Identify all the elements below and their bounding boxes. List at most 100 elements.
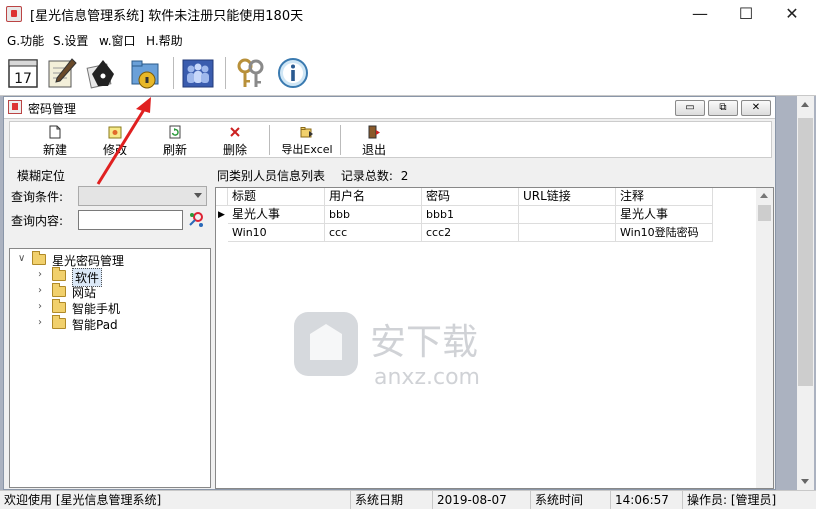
status-date: 2019-08-07 — [432, 491, 530, 509]
operator-name: [管理员] — [730, 493, 777, 507]
cell-title[interactable]: 星光人事 — [228, 206, 325, 224]
cell-username[interactable]: bbb — [325, 206, 422, 224]
column-header-note[interactable]: 注释 — [616, 188, 713, 206]
condition-label: 查询条件: — [11, 190, 64, 204]
row-indicator-header — [216, 188, 228, 206]
tree-node-label: 智能Pad — [72, 318, 118, 332]
expand-toggle[interactable]: › — [38, 269, 48, 280]
edit-button[interactable]: 修改 — [90, 124, 140, 157]
app-icon — [6, 6, 22, 22]
menu-bar: G.功能 S.设置 w.窗口 H.帮助 — [0, 28, 816, 50]
status-time-label: 系统时间 — [530, 491, 610, 509]
tree-node-label: 网站 — [72, 286, 97, 300]
edit-icon — [108, 126, 122, 139]
refresh-button[interactable]: 刷新 — [150, 124, 200, 157]
new-label: 新建 — [42, 143, 67, 157]
toolbar-separator — [340, 125, 341, 155]
chevron-down-icon — [194, 193, 202, 198]
condition-select[interactable] — [78, 186, 207, 206]
keys-icon[interactable] — [234, 56, 268, 90]
refresh-icon — [169, 125, 181, 139]
delete-button[interactable]: 删除 — [210, 124, 260, 157]
window-icon — [8, 100, 22, 114]
child-toolbar: 新建 修改 刷新 删除 导出Excel 退出 — [9, 121, 772, 158]
column-header-password[interactable]: 密码 — [422, 188, 519, 206]
grid-caption: 同类别人员信息列表 记录总数: 2 — [217, 167, 408, 184]
child-minimize-button[interactable]: ▭ — [675, 100, 705, 116]
status-welcome: 欢迎使用 [星光信息管理系统] — [4, 493, 162, 507]
users-group-icon[interactable] — [181, 56, 215, 90]
expand-toggle[interactable]: › — [38, 285, 48, 296]
column-header-url[interactable]: URL链接 — [519, 188, 616, 206]
grid-title: 同类别人员信息列表 — [217, 169, 326, 183]
exit-button[interactable]: 退出 — [349, 124, 399, 157]
menu-window[interactable]: w.窗口 — [99, 32, 136, 49]
cell-password[interactable]: bbb1 — [422, 206, 519, 224]
child-restore-button[interactable]: ⧉ — [708, 100, 738, 116]
cell-username[interactable]: ccc — [325, 224, 422, 242]
cell-url[interactable] — [519, 206, 616, 224]
expand-toggle[interactable]: › — [38, 301, 48, 312]
menu-function[interactable]: G.功能 — [7, 32, 44, 49]
new-button[interactable]: 新建 — [30, 124, 80, 157]
main-toolbar: 17 — [0, 51, 816, 96]
cell-note[interactable]: Win10登陆密码 — [616, 224, 713, 242]
table-row[interactable]: ▶ 星光人事 bbb bbb1 星光人事 — [216, 206, 713, 224]
column-header-title[interactable]: 标题 — [228, 188, 325, 206]
child-titlebar: 密码管理 ▭ ⧉ ✕ — [4, 97, 775, 119]
collapse-toggle[interactable]: ∨ — [18, 253, 28, 264]
column-header-username[interactable]: 用户名 — [325, 188, 422, 206]
calendar-icon[interactable]: 17 — [6, 56, 40, 90]
scroll-down-icon[interactable] — [801, 479, 809, 484]
category-tree[interactable]: ∨ 星光密码管理 › 软件 › 网站 › 智能手机 › 智能Pad — [9, 248, 211, 488]
close-button[interactable]: ✕ — [769, 0, 815, 28]
password-manager-window: 密码管理 ▭ ⧉ ✕ 新建 修改 刷新 删除 导出Excel 退出 模糊定位 查… — [3, 96, 776, 490]
delete-icon — [230, 127, 240, 137]
status-date-label: 系统日期 — [350, 491, 432, 509]
record-count: 2 — [400, 169, 409, 183]
grid-scrollbar[interactable] — [756, 188, 773, 488]
open-folder-icon — [52, 283, 66, 297]
folder-icon — [32, 251, 46, 265]
cell-note[interactable]: 星光人事 — [616, 206, 713, 224]
pen-nib-icon[interactable] — [86, 56, 120, 90]
cell-password[interactable]: ccc2 — [422, 224, 519, 242]
scroll-thumb[interactable] — [798, 118, 813, 386]
scroll-thumb[interactable] — [758, 205, 771, 221]
search-input[interactable] — [78, 210, 183, 230]
maximize-button[interactable]: ☐ — [723, 0, 769, 28]
info-icon[interactable] — [276, 56, 310, 90]
search-locate-icon[interactable] — [186, 210, 206, 230]
mdi-area: 密码管理 ▭ ⧉ ✕ 新建 修改 刷新 删除 导出Excel 退出 模糊定位 查… — [0, 96, 816, 490]
grid-header: 标题 用户名 密码 URL链接 注释 — [216, 188, 713, 206]
delete-label: 删除 — [222, 143, 247, 157]
edit-label: 修改 — [102, 143, 127, 157]
minimize-button[interactable]: — — [677, 0, 723, 28]
scroll-up-icon[interactable] — [801, 102, 809, 107]
status-bar: 欢迎使用 [星光信息管理系统] 系统日期 2019-08-07 系统时间 14:… — [0, 490, 816, 509]
toolbar-separator — [225, 57, 226, 89]
status-operator: 操作员: [管理员] — [682, 491, 816, 509]
open-folder-icon — [52, 267, 66, 281]
table-row[interactable]: Win10 ccc ccc2 Win10登陆密码 — [216, 224, 713, 242]
current-row-indicator-icon: ▶ — [218, 210, 225, 220]
menu-help[interactable]: H.帮助 — [146, 32, 183, 49]
filter-section-title: 模糊定位 — [17, 169, 66, 183]
scroll-up-icon[interactable] — [760, 193, 768, 198]
export-excel-button[interactable]: 导出Excel — [278, 124, 336, 156]
window-titlebar: [星光信息管理系统] 软件未注册只能使用180天 — ☐ ✕ — [0, 0, 816, 28]
notepad-pen-icon[interactable] — [45, 56, 79, 90]
refresh-label: 刷新 — [162, 143, 187, 157]
menu-settings[interactable]: S.设置 — [53, 32, 88, 49]
expand-toggle[interactable]: › — [38, 317, 48, 328]
cell-title[interactable]: Win10 — [228, 224, 325, 242]
calendar-day: 17 — [14, 71, 32, 87]
export-excel-label: 导出Excel — [281, 143, 333, 156]
open-folder-icon — [52, 315, 66, 329]
lock-folder-icon[interactable] — [129, 56, 163, 90]
child-close-button[interactable]: ✕ — [741, 100, 771, 116]
mdi-scrollbar[interactable] — [797, 96, 814, 490]
new-document-icon — [49, 125, 61, 139]
cell-url[interactable] — [519, 224, 616, 242]
window-title: [星光信息管理系统] 软件未注册只能使用180天 — [30, 9, 304, 24]
